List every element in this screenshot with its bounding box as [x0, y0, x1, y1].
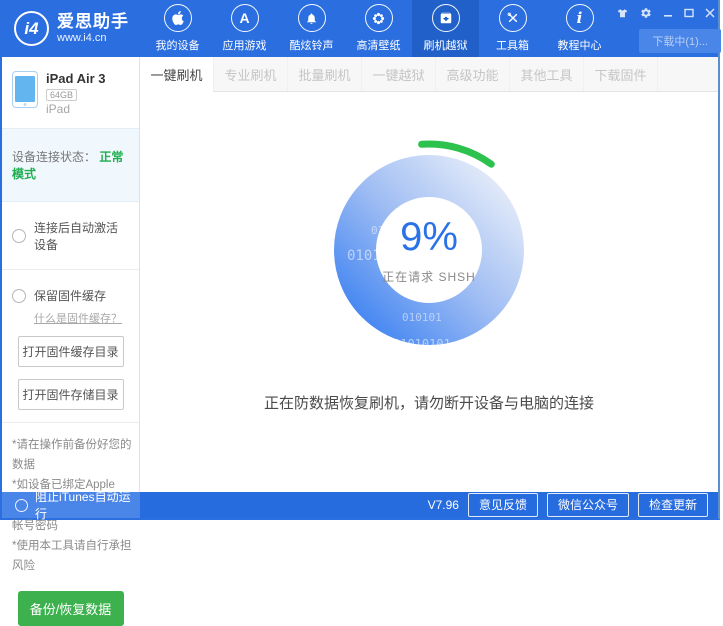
progress-donut: 0101 0101 010101 01010101 01 9% 正在请求 SHS…	[309, 130, 549, 370]
i4-logo-icon: i4	[14, 11, 49, 46]
progress-center-label: 9% 正在请求 SHSH	[309, 130, 549, 370]
auto-activate-label: 连接后自动激活设备	[34, 219, 129, 253]
device-type: iPad	[46, 102, 105, 116]
nav-label: 应用游戏	[223, 37, 267, 53]
check-update-button[interactable]: 检查更新	[638, 493, 708, 517]
auto-activate-radio[interactable]	[12, 229, 26, 243]
warning-note: *请在操作前备份好您的数据	[12, 435, 133, 475]
feedback-button[interactable]: 意见反馈	[468, 493, 538, 517]
app-logo: i4 爱思助手 www.i4.cn	[2, 0, 144, 57]
tools-icon	[499, 4, 527, 32]
nav-label: 我的设备	[156, 37, 200, 53]
tab-batch-flash[interactable]: 批量刷机	[288, 57, 362, 91]
open-firmware-cache-button[interactable]: 打开固件缓存目录	[18, 336, 124, 367]
nav-label: 酷炫铃声	[290, 37, 334, 53]
app-window: i4 爱思助手 www.i4.cn 我的设备 A 应用游戏 酷炫铃声	[0, 0, 720, 520]
device-card: iPad Air 3 64GB iPad	[2, 57, 139, 128]
wechat-official-button[interactable]: 微信公众号	[547, 493, 629, 517]
sidebar: iPad Air 3 64GB iPad 设备连接状态： 正常模式 连接后自动激…	[2, 57, 140, 492]
keep-firmware-radio[interactable]	[12, 289, 26, 303]
nav-label: 高清壁纸	[357, 37, 401, 53]
settings-gear-icon[interactable]	[640, 7, 652, 19]
keep-firmware-label: 保留固件缓存	[34, 287, 106, 304]
footer: 阻止iTunes自动运行 V7.96 意见反馈 微信公众号 检查更新	[2, 492, 718, 518]
option-auto-activate[interactable]: 连接后自动激活设备	[2, 202, 139, 269]
version-label: V7.96	[428, 498, 459, 512]
close-icon[interactable]	[705, 8, 715, 18]
nav-item-toolbox[interactable]: 工具箱	[479, 0, 546, 57]
tab-other-tools[interactable]: 其他工具	[510, 57, 584, 91]
nav-label: 教程中心	[558, 37, 602, 53]
skin-icon[interactable]	[616, 8, 629, 19]
tab-download-firmware[interactable]: 下载固件	[584, 57, 658, 91]
flash-progress-content: 0101 0101 010101 01010101 01 9% 正在请求 SHS…	[140, 92, 718, 492]
what-is-firmware-cache-link[interactable]: 什么是固件缓存？	[34, 310, 139, 326]
ipad-icon	[12, 71, 38, 108]
nav-item-flash-jailbreak[interactable]: 刷机越狱	[412, 0, 479, 57]
header: i4 爱思助手 www.i4.cn 我的设备 A 应用游戏 酷炫铃声	[2, 0, 718, 57]
header-right: 下载中(1)...	[613, 0, 723, 57]
flash-warning-message: 正在防数据恢复刷机，请勿断开设备与电脑的连接	[140, 392, 718, 413]
block-itunes-option[interactable]: 阻止iTunes自动运行	[2, 492, 140, 518]
backup-restore-button[interactable]: 备份/恢复数据	[18, 591, 124, 626]
flash-box-icon	[432, 4, 460, 32]
tab-advanced[interactable]: 高级功能	[436, 57, 510, 91]
tab-bar: 一键刷机 专业刷机 批量刷机 一键越狱 高级功能 其他工具 下载固件	[140, 57, 718, 92]
device-name: iPad Air 3	[46, 71, 105, 86]
appstore-icon: A	[231, 4, 259, 32]
app-title: 爱思助手	[57, 13, 129, 32]
maximize-icon[interactable]	[684, 8, 694, 18]
device-capacity-badge: 64GB	[46, 89, 77, 101]
app-body: iPad Air 3 64GB iPad 设备连接状态： 正常模式 连接后自动激…	[2, 57, 718, 492]
flower-icon	[365, 4, 393, 32]
ipad-home-button	[24, 103, 27, 106]
nav-item-wallpapers[interactable]: 高清壁纸	[345, 0, 412, 57]
nav-item-my-devices[interactable]: 我的设备	[144, 0, 211, 57]
tab-one-click-flash[interactable]: 一键刷机	[140, 57, 214, 91]
option-keep-firmware[interactable]: 保留固件缓存	[2, 270, 139, 306]
info-i-glyph: i	[577, 9, 583, 27]
ipad-screen	[15, 76, 35, 102]
connection-status: 设备连接状态： 正常模式	[2, 128, 139, 202]
appstore-a-glyph: A	[239, 10, 249, 26]
tab-pro-flash[interactable]: 专业刷机	[214, 57, 288, 91]
nav-label: 刷机越狱	[424, 37, 468, 53]
open-firmware-storage-button[interactable]: 打开固件存储目录	[18, 379, 124, 410]
connection-status-label: 设备连接状态：	[12, 150, 96, 164]
main-nav: 我的设备 A 应用游戏 酷炫铃声 高	[144, 0, 613, 57]
footer-right: V7.96 意见反馈 微信公众号 检查更新	[140, 492, 718, 518]
nav-item-tutorials[interactable]: i 教程中心	[546, 0, 613, 57]
nav-label: 工具箱	[496, 37, 529, 53]
info-icon: i	[566, 4, 594, 32]
tab-one-click-jailbreak[interactable]: 一键越狱	[362, 57, 436, 91]
bell-icon	[298, 4, 326, 32]
downloading-button[interactable]: 下载中(1)...	[639, 29, 721, 53]
nav-item-ringtones[interactable]: 酷炫铃声	[278, 0, 345, 57]
window-controls	[616, 7, 715, 19]
warning-note: *使用本工具请自行承担风险	[12, 536, 133, 576]
block-itunes-radio[interactable]	[15, 499, 28, 512]
main-panel: 一键刷机 专业刷机 批量刷机 一键越狱 高级功能 其他工具 下载固件	[140, 57, 718, 492]
progress-status-text: 正在请求 SHSH	[382, 268, 476, 285]
app-url: www.i4.cn	[57, 32, 129, 44]
block-itunes-label: 阻止iTunes自动运行	[35, 488, 140, 522]
nav-item-apps-games[interactable]: A 应用游戏	[211, 0, 278, 57]
progress-percent: 9%	[400, 215, 458, 260]
apple-icon	[164, 4, 192, 32]
minimize-icon[interactable]	[663, 8, 673, 18]
